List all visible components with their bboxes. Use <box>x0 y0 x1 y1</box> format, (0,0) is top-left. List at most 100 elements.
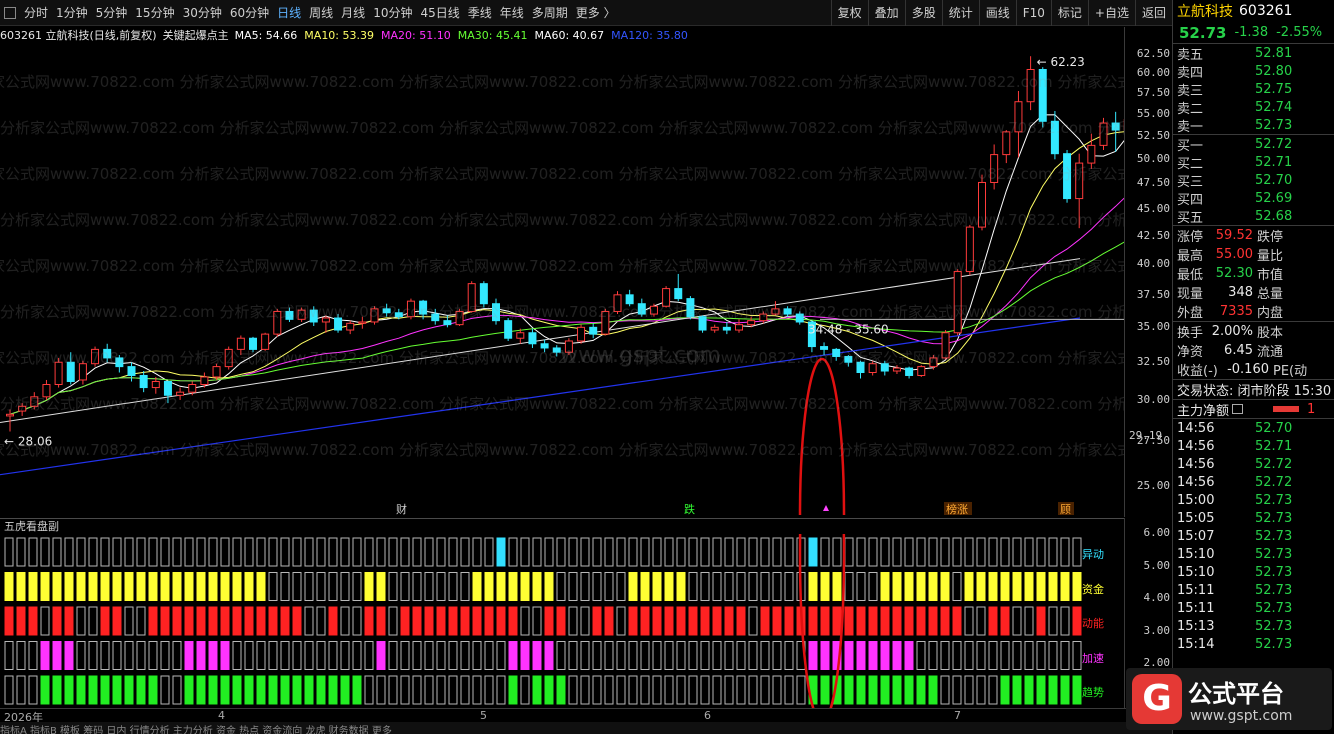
candle[interactable] <box>929 357 938 368</box>
candle[interactable] <box>589 326 598 335</box>
price-chart[interactable]: 分析家公式网www.70822.com 分析家公式网www.70822.com … <box>0 43 1124 515</box>
candle[interactable] <box>66 361 75 382</box>
candle[interactable] <box>224 348 233 368</box>
net-flow-row[interactable]: 主力净额 1 <box>1173 399 1334 419</box>
period-tab-7[interactable]: 周线 <box>305 0 337 26</box>
period-tab-6[interactable]: 日线 <box>273 0 305 26</box>
candle[interactable] <box>613 294 622 312</box>
candle[interactable] <box>212 366 221 378</box>
candle[interactable] <box>1002 131 1011 156</box>
candle[interactable] <box>419 300 428 315</box>
candle[interactable] <box>662 288 671 307</box>
candle[interactable] <box>285 310 294 320</box>
candle[interactable] <box>103 348 112 359</box>
candle[interactable] <box>151 380 160 389</box>
candle[interactable] <box>443 320 452 326</box>
candle[interactable] <box>856 361 865 374</box>
period-tab-4[interactable]: 30分钟 <box>179 0 226 26</box>
candle[interactable] <box>1050 120 1059 155</box>
candle[interactable] <box>1026 68 1035 103</box>
candle[interactable] <box>139 374 148 389</box>
candle[interactable] <box>18 405 27 412</box>
candle[interactable] <box>431 313 440 322</box>
event-marker-3[interactable]: 顾 <box>1060 503 1071 515</box>
candle[interactable] <box>273 310 282 335</box>
bid-row-2[interactable]: 买三 52.70 <box>1173 171 1334 190</box>
candle[interactable] <box>990 154 999 183</box>
candle[interactable] <box>455 310 464 326</box>
period-tab-14[interactable]: 更多 〉 <box>572 0 620 26</box>
candle[interactable] <box>261 333 270 350</box>
tool-button-4[interactable]: 画线 <box>978 0 1016 26</box>
ask-row-0[interactable]: 卖五 52.81 <box>1173 44 1334 63</box>
tool-button-6[interactable]: 标记 <box>1050 0 1088 26</box>
period-tab-5[interactable]: 60分钟 <box>226 0 273 26</box>
bottom-tabs[interactable]: 指标A 指标B 模板 筹码 日内 行情分析 主力分析 资金 热点 资金流向 龙虎… <box>0 722 1172 734</box>
candle[interactable] <box>832 348 841 357</box>
candle[interactable] <box>735 324 743 331</box>
candle[interactable] <box>892 367 901 372</box>
candle[interactable] <box>759 313 768 322</box>
candle[interactable] <box>844 355 853 363</box>
ask-row-1[interactable]: 卖四 52.80 <box>1173 62 1334 81</box>
tool-button-3[interactable]: 统计 <box>941 0 979 26</box>
candle[interactable] <box>552 347 561 353</box>
candle[interactable] <box>6 413 14 417</box>
candle[interactable] <box>1038 68 1047 122</box>
candle[interactable] <box>1099 122 1108 146</box>
candle[interactable] <box>346 322 355 331</box>
candle[interactable] <box>297 309 306 320</box>
candle[interactable] <box>1111 122 1120 131</box>
candle[interactable] <box>358 321 367 324</box>
candle[interactable] <box>382 308 391 314</box>
window-icon[interactable] <box>4 6 16 19</box>
period-tab-9[interactable]: 10分钟 <box>369 0 416 26</box>
candle[interactable] <box>771 308 780 315</box>
bid-row-1[interactable]: 买二 52.71 <box>1173 153 1334 172</box>
candle[interactable] <box>1075 162 1084 200</box>
ask-row-2[interactable]: 卖三 52.75 <box>1173 80 1334 99</box>
candle[interactable] <box>91 348 100 365</box>
ask-row-3[interactable]: 卖二 52.74 <box>1173 98 1334 117</box>
candle[interactable] <box>601 310 610 335</box>
candle[interactable] <box>528 332 537 345</box>
candle[interactable] <box>370 308 379 323</box>
candle[interactable] <box>820 346 829 350</box>
candle[interactable] <box>30 396 39 407</box>
bid-row-4[interactable]: 买五 52.68 <box>1173 207 1334 226</box>
indicator-pane[interactable]: 异动 资金 动能 加速 趋势 <box>0 384 1124 724</box>
tool-button-0[interactable]: 复权 <box>830 0 868 26</box>
candle[interactable] <box>564 340 573 353</box>
candle[interactable] <box>978 181 986 228</box>
candle[interactable] <box>467 283 476 312</box>
candle[interactable] <box>516 332 525 339</box>
event-marker-1[interactable]: 跌 <box>684 502 695 515</box>
candle[interactable] <box>747 320 756 326</box>
bid-row-3[interactable]: 买四 52.69 <box>1173 189 1334 208</box>
candle[interactable] <box>1087 144 1096 164</box>
candle[interactable] <box>905 367 914 376</box>
list-icon[interactable] <box>1232 404 1244 414</box>
candle[interactable] <box>965 226 974 273</box>
period-tab-13[interactable]: 多周期 <box>528 0 572 26</box>
candle[interactable] <box>334 317 343 331</box>
tool-button-1[interactable]: 叠加 <box>867 0 905 26</box>
candle[interactable] <box>625 294 634 305</box>
candle[interactable] <box>249 337 257 350</box>
candle[interactable] <box>127 366 136 376</box>
period-tab-12[interactable]: 年线 <box>496 0 528 26</box>
candle[interactable] <box>1014 101 1023 133</box>
period-tab-2[interactable]: 5分钟 <box>92 0 132 26</box>
candle[interactable] <box>176 391 185 396</box>
candle[interactable] <box>163 380 172 396</box>
candle[interactable] <box>795 313 804 323</box>
candle[interactable] <box>783 308 792 315</box>
candle[interactable] <box>941 332 950 359</box>
candle[interactable] <box>115 357 124 368</box>
candle[interactable] <box>492 303 500 322</box>
candle[interactable] <box>953 271 962 334</box>
candle[interactable] <box>710 326 719 331</box>
period-tab-8[interactable]: 月线 <box>337 0 369 26</box>
event-marker-2[interactable]: 榜涨 <box>946 502 968 515</box>
candle[interactable] <box>698 316 707 331</box>
